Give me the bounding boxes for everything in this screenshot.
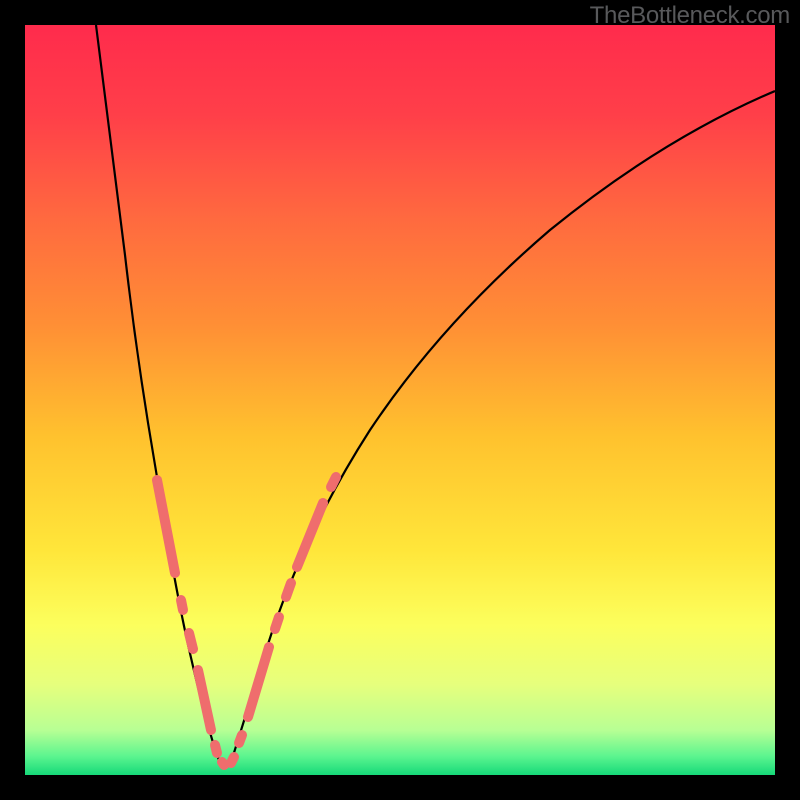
watermark-text: TheBottleneck.com bbox=[590, 2, 790, 30]
chart-frame bbox=[25, 25, 775, 775]
marker-min-2 bbox=[222, 762, 224, 765]
bottleneck-chart bbox=[25, 25, 775, 775]
marker-left-dot-1 bbox=[181, 600, 183, 610]
marker-right-dot-3 bbox=[331, 477, 336, 487]
marker-min-3 bbox=[231, 757, 234, 763]
marker-right-dot-1 bbox=[275, 617, 279, 629]
marker-right-dot-2 bbox=[286, 583, 291, 597]
marker-left-dot-2 bbox=[189, 633, 193, 649]
marker-min-1 bbox=[215, 745, 217, 753]
marker-min-4 bbox=[239, 735, 242, 743]
chart-background bbox=[25, 25, 775, 775]
